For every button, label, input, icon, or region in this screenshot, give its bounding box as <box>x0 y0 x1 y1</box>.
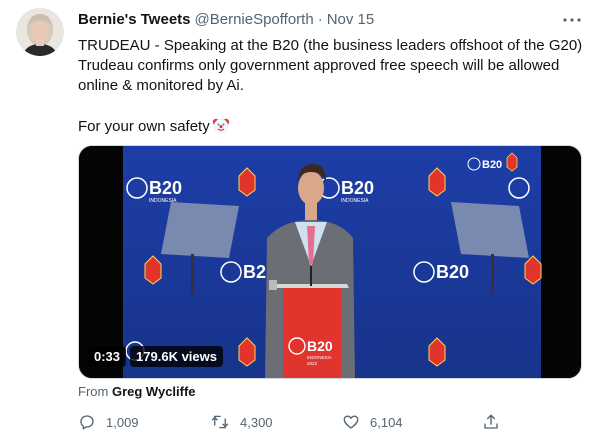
action-bar: 1,009 4,300 6,104 <box>70 408 570 436</box>
svg-text:B2: B2 <box>243 262 266 282</box>
video-overlay: 0:33 179.6K views <box>88 346 223 367</box>
share-button[interactable] <box>482 408 500 436</box>
video-frame: B20 B20 B20 INDONESIA INDONESIA B2 B20 B… <box>79 146 581 378</box>
reply-count: 1,009 <box>106 414 139 430</box>
user-handle[interactable]: @BernieSpofforth <box>195 11 314 28</box>
tweet-text-safety: For your own safety <box>78 118 210 135</box>
video-views: 179.6K views <box>130 346 223 367</box>
tweet-date[interactable]: Nov 15 <box>327 11 375 28</box>
svg-text:B20: B20 <box>482 159 502 171</box>
from-author[interactable]: Greg Wycliffe <box>112 384 196 399</box>
tweet-text-line: For your own safety <box>78 116 588 140</box>
retweet-count: 4,300 <box>240 414 273 430</box>
retweet-icon <box>211 415 229 429</box>
tweet-header: Bernie's Tweets @BernieSpofforth · Nov 1… <box>78 11 580 33</box>
clown-face-emoji <box>212 116 230 140</box>
tweet-text-line: Trudeau confirms only government approve… <box>78 57 560 74</box>
separator-dot: · <box>317 11 323 28</box>
video-attribution: From Greg Wycliffe <box>78 384 196 399</box>
display-name[interactable]: Bernie's Tweets <box>78 11 191 28</box>
retweet-button[interactable]: 4,300 <box>210 408 273 436</box>
svg-text:INDONESIA: INDONESIA <box>307 355 332 360</box>
avatar-image <box>16 8 64 56</box>
like-count: 6,104 <box>370 414 403 430</box>
svg-text:2022: 2022 <box>307 361 318 366</box>
svg-text:B20: B20 <box>307 338 333 354</box>
share-icon <box>484 414 498 429</box>
video-duration: 0:33 <box>88 346 127 367</box>
video-player[interactable]: B20 B20 B20 INDONESIA INDONESIA B2 B20 B… <box>78 145 582 379</box>
tweet-text-line: online & monitored by Ai. <box>78 77 244 94</box>
reply-icon <box>80 415 94 430</box>
more-icon[interactable] <box>560 10 584 30</box>
like-icon <box>343 415 359 429</box>
svg-text:B20: B20 <box>436 262 469 282</box>
tweet: Bernie's Tweets @BernieSpofforth · Nov 1… <box>0 0 600 448</box>
like-button[interactable]: 6,104 <box>342 408 403 436</box>
from-label: From <box>78 384 109 399</box>
reply-button[interactable]: 1,009 <box>78 408 139 436</box>
svg-text:B20: B20 <box>149 178 182 198</box>
avatar[interactable] <box>16 8 64 56</box>
tweet-text-line: TRUDEAU - Speaking at the B20 (the busin… <box>78 37 583 54</box>
svg-text:B20: B20 <box>341 178 374 198</box>
svg-text:INDONESIA: INDONESIA <box>341 198 369 204</box>
tweet-text: TRUDEAU - Speaking at the B20 (the busin… <box>78 36 588 140</box>
